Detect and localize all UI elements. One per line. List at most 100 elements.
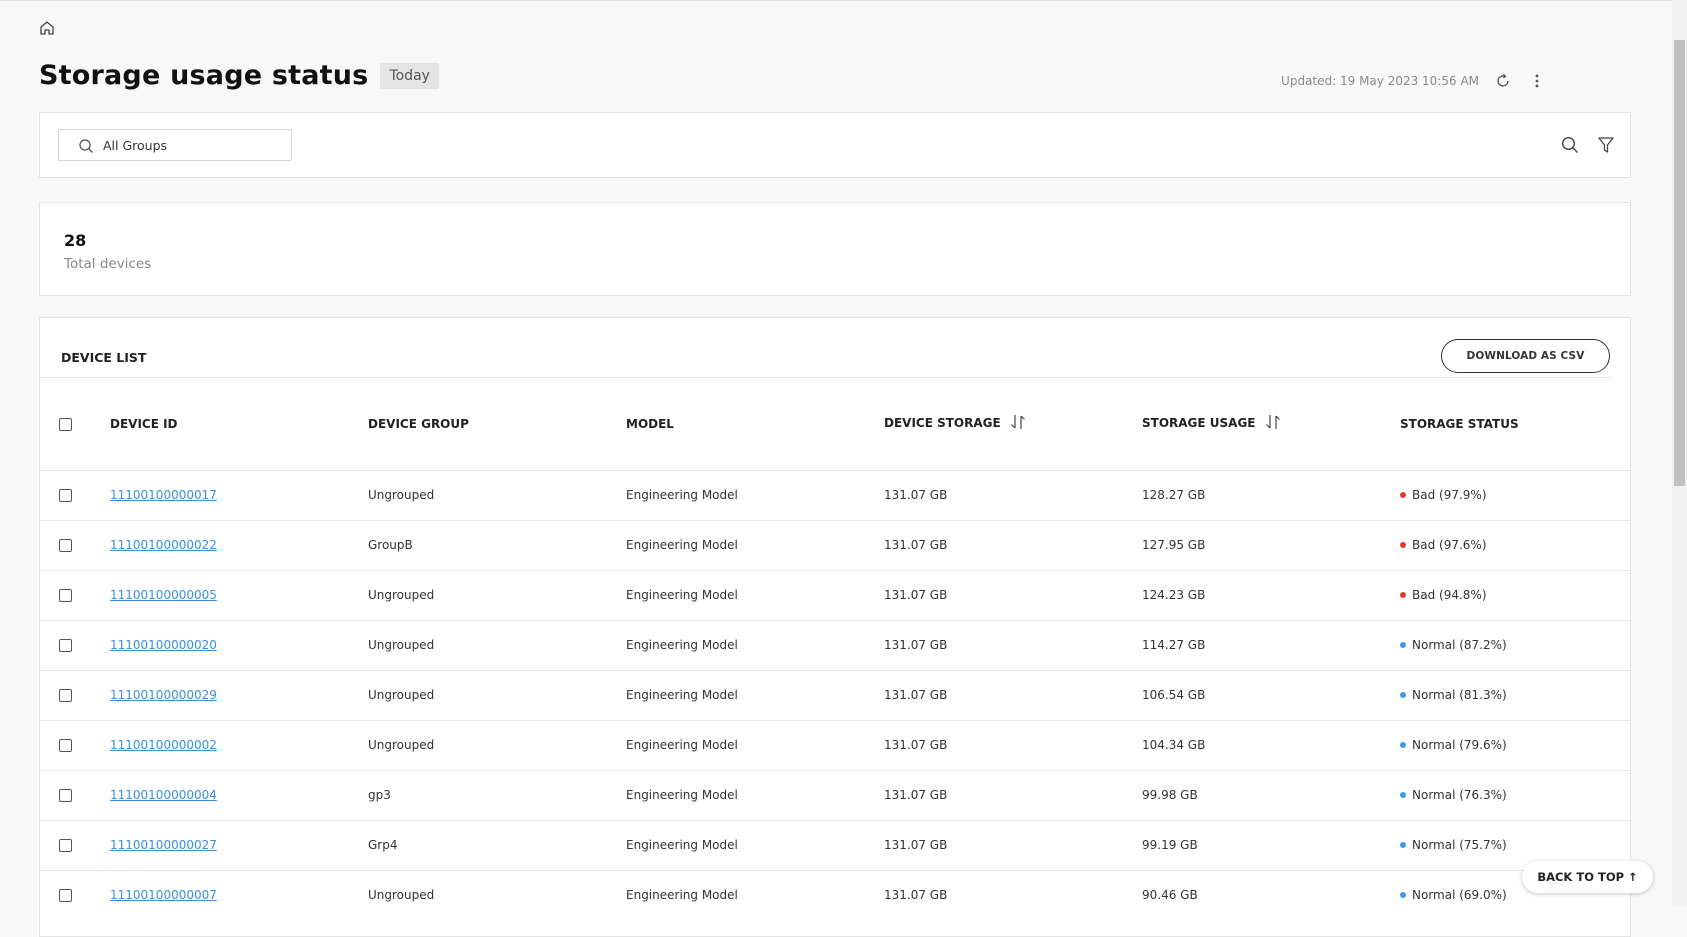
select-all-checkbox[interactable] — [59, 417, 72, 431]
search-toolbar — [1560, 135, 1616, 155]
storage-status-cell: Bad (97.9%) — [1400, 470, 1630, 520]
device-id-link[interactable]: 11100100000020 — [110, 638, 217, 652]
device-group-cell: Ungrouped — [368, 738, 435, 752]
device-id-link[interactable]: 11100100000029 — [110, 688, 217, 702]
search-icon[interactable] — [1560, 135, 1580, 155]
updated-timestamp: Updated: 19 May 2023 10:56 AM — [1281, 74, 1479, 88]
storage-status-cell: Normal (87.2%) — [1400, 620, 1630, 670]
storage-status-text: Normal (79.6%) — [1412, 738, 1507, 752]
storage-usage-label: STORAGE USAGE — [1142, 416, 1256, 431]
status-dot-icon — [1400, 591, 1406, 598]
storage-status-text: Normal (75.7%) — [1412, 838, 1507, 852]
model-cell: Engineering Model — [626, 538, 738, 552]
model-cell: Engineering Model — [626, 888, 738, 903]
table-row: 11100100000017 Ungrouped Engineering Model… — [40, 470, 1630, 520]
download-csv-button[interactable]: DOWNLOAD AS CSV — [1441, 339, 1610, 373]
row-checkbox[interactable] — [59, 589, 72, 602]
storage-status-text: Bad (97.9%) — [1412, 488, 1487, 502]
storage-status-text: Normal (69.0%) — [1412, 888, 1507, 903]
status-dot-icon — [1400, 491, 1406, 498]
device-id-link[interactable]: 11100100000005 — [110, 588, 217, 602]
device-group-cell: Ungrouped — [368, 688, 435, 702]
table-row: 11100100000020 Ungrouped Engineering Model… — [40, 620, 1630, 670]
row-checkbox[interactable] — [59, 789, 72, 802]
status-dot-icon — [1400, 741, 1406, 748]
column-header-device-id: DEVICE ID — [110, 416, 178, 431]
group-search-input[interactable] — [103, 134, 283, 156]
column-header-storage-usage[interactable]: STORAGE USAGE — [1142, 378, 1400, 470]
model-cell: Engineering Model — [626, 838, 738, 852]
row-checkbox[interactable] — [59, 839, 72, 852]
device-id-link[interactable]: 11100100000022 — [110, 538, 217, 552]
top-divider — [0, 0, 1672, 1]
period-badge: Today — [380, 62, 439, 89]
device-group-cell: Ungrouped — [368, 638, 435, 652]
device-storage-cell: 131.07 GB — [884, 638, 948, 652]
storage-status-cell: Normal (79.6%) — [1400, 720, 1630, 770]
storage-usage-cell: 90.46 GB — [1142, 888, 1198, 903]
device-group-cell: Ungrouped — [368, 588, 435, 602]
storage-status-text: Bad (97.6%) — [1412, 538, 1487, 552]
storage-status-cell: Bad (97.6%) — [1400, 520, 1630, 570]
status-dot-icon — [1400, 891, 1406, 898]
back-to-top-button[interactable]: BACK TO TOP ↑ — [1522, 861, 1653, 893]
model-cell: Engineering Model — [626, 638, 738, 652]
device-id-link[interactable]: 11100100000007 — [110, 888, 217, 902]
update-info: Updated: 19 May 2023 10:56 AM — [1281, 71, 1547, 91]
device-group-cell: gp3 — [368, 788, 391, 802]
table-row: 11100100000027 Grp4 Engineering Model 131.0… — [40, 820, 1630, 870]
row-checkbox[interactable] — [59, 889, 72, 903]
filter-icon[interactable] — [1596, 135, 1616, 155]
table-row: 11100100000007 Ungrouped Engineering Model… — [40, 870, 1630, 920]
column-header-storage-status: STORAGE STATUS — [1400, 416, 1519, 431]
device-storage-cell: 131.07 GB — [884, 838, 948, 852]
model-cell: Engineering Model — [626, 738, 738, 752]
model-cell: Engineering Model — [626, 488, 738, 502]
row-checkbox[interactable] — [59, 539, 72, 552]
device-storage-cell: 131.07 GB — [884, 588, 948, 602]
sort-icon[interactable] — [1264, 413, 1282, 434]
status-dot-icon — [1400, 791, 1406, 798]
device-id-link[interactable]: 11100100000027 — [110, 838, 217, 852]
more-vertical-icon[interactable] — [1527, 71, 1547, 91]
storage-usage-cell: 127.95 GB — [1142, 538, 1206, 552]
row-checkbox[interactable] — [59, 689, 72, 702]
page-title: Storage usage status — [39, 60, 369, 91]
device-group-cell: Ungrouped — [368, 888, 435, 903]
device-storage-cell: 131.07 GB — [884, 488, 948, 502]
status-dot-icon — [1400, 841, 1406, 848]
home-icon[interactable] — [38, 19, 56, 37]
search-icon — [78, 138, 94, 158]
storage-usage-cell: 128.27 GB — [1142, 488, 1206, 502]
table-row: 11100100000005 Ungrouped Engineering Model… — [40, 570, 1630, 620]
storage-status-cell: Normal (76.3%) — [1400, 770, 1630, 820]
sort-icon[interactable] — [1009, 413, 1027, 434]
column-header-model: MODEL — [626, 416, 674, 431]
device-group-cell: Ungrouped — [368, 488, 435, 502]
storage-status-text: Normal (76.3%) — [1412, 788, 1507, 802]
scrollbar-thumb[interactable] — [1674, 40, 1685, 486]
summary-card: 28 Total devices — [39, 202, 1631, 296]
device-group-cell: GroupB — [368, 538, 413, 552]
status-dot-icon — [1400, 541, 1406, 548]
total-devices-count: 28 — [64, 231, 87, 250]
group-search-box[interactable] — [58, 129, 292, 161]
device-id-link[interactable]: 11100100000004 — [110, 788, 217, 802]
refresh-icon[interactable] — [1493, 71, 1513, 91]
row-checkbox[interactable] — [59, 639, 72, 652]
device-list-card: DEVICE LIST DOWNLOAD AS CSV DEVICE ID DE… — [39, 317, 1631, 937]
status-dot-icon — [1400, 691, 1406, 698]
storage-usage-cell: 99.98 GB — [1142, 788, 1198, 802]
device-id-link[interactable]: 11100100000017 — [110, 488, 217, 502]
row-checkbox[interactable] — [59, 739, 72, 752]
row-checkbox[interactable] — [59, 489, 72, 502]
device-id-link[interactable]: 11100100000002 — [110, 738, 217, 752]
column-header-device-storage[interactable]: DEVICE STORAGE — [884, 378, 1142, 470]
device-storage-cell: 131.07 GB — [884, 688, 948, 702]
storage-status-text: Bad (94.8%) — [1412, 588, 1487, 602]
device-storage-cell: 131.07 GB — [884, 888, 948, 903]
device-storage-cell: 131.07 GB — [884, 788, 948, 802]
storage-usage-cell: 114.27 GB — [1142, 638, 1206, 652]
storage-usage-cell: 99.19 GB — [1142, 838, 1198, 852]
table-row: 11100100000029 Ungrouped Engineering Model… — [40, 670, 1630, 720]
